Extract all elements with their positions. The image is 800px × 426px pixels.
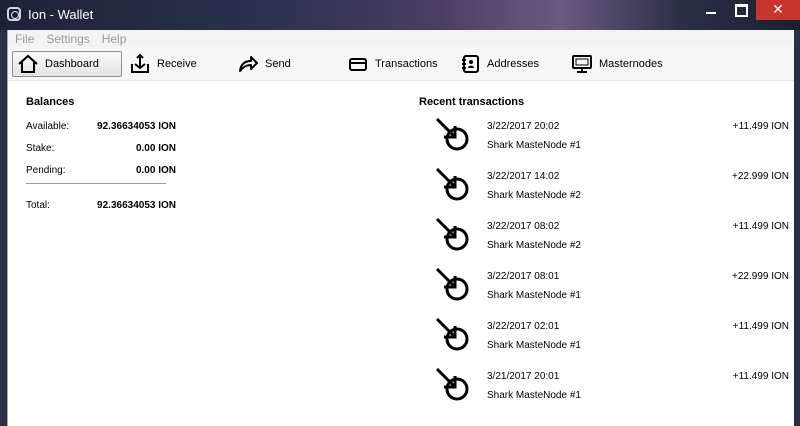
window-title: Ion - Wallet <box>28 7 94 22</box>
pending-value: 0.00 ION <box>135 164 176 176</box>
transaction-date: 3/22/2017 02:01 <box>487 321 560 332</box>
transaction-amount: +22.999 ION <box>732 271 789 282</box>
receive-label: Receive <box>157 57 197 70</box>
transaction-item[interactable]: 3/22/2017 20:02 Shark MasteNode #1 +11.4… <box>419 115 789 165</box>
total-value: 92.36634053 ION <box>97 199 176 211</box>
incoming-transaction-icon <box>433 265 473 305</box>
transaction-amount: +11.499 ION <box>732 221 789 232</box>
minimize-icon <box>706 12 716 14</box>
ion-logo-icon <box>7 7 21 21</box>
total-row: Total: 92.36634053 ION <box>26 194 176 216</box>
wallet-window: File Settings Help Dashboard Receive Sen… <box>7 30 796 426</box>
transaction-label: Shark MasteNode #1 <box>487 340 581 351</box>
transaction-list: 3/22/2017 20:02 Shark MasteNode #1 +11.4… <box>419 115 789 415</box>
masternodes-tab[interactable]: Masternodes <box>566 51 676 77</box>
transaction-date: 3/21/2017 20:01 <box>487 371 560 382</box>
masternodes-label: Masternodes <box>599 57 663 70</box>
available-row: Available: 92.36634053 ION <box>26 115 176 137</box>
address-book-icon <box>459 53 481 75</box>
incoming-transaction-icon <box>433 365 473 405</box>
transaction-amount: +11.499 ION <box>732 321 789 332</box>
menu-help[interactable]: Help <box>102 32 127 46</box>
close-icon: ✕ <box>772 2 784 18</box>
balance-divider <box>26 183 166 184</box>
available-value: 92.36634053 ION <box>97 120 176 132</box>
addresses-label: Addresses <box>487 57 539 70</box>
send-label: Send <box>265 57 291 70</box>
transaction-item[interactable]: 3/22/2017 02:01 Shark MasteNode #1 +11.4… <box>419 315 789 365</box>
transaction-item[interactable]: 3/22/2017 14:02 Shark MasteNode #2 +22.9… <box>419 165 789 215</box>
transaction-amount: +11.499 ION <box>732 121 789 132</box>
monitor-icon <box>571 53 593 75</box>
transaction-amount: +11.499 ION <box>732 371 789 382</box>
transaction-amount: +22.999 ION <box>732 171 789 182</box>
home-icon <box>17 53 39 75</box>
receive-inbox-icon <box>129 53 151 75</box>
available-label: Available: <box>26 120 70 132</box>
transaction-date: 3/22/2017 20:02 <box>487 121 560 132</box>
title-bar[interactable]: Ion - Wallet ✕ <box>0 0 800 30</box>
stake-label: Stake: <box>26 142 55 154</box>
stake-row: Stake: 0.00 ION <box>26 137 176 159</box>
send-arrow-icon <box>237 53 259 75</box>
card-icon <box>347 53 369 75</box>
dashboard-tab[interactable]: Dashboard <box>12 50 122 77</box>
balances-panel: Balances Available: 92.36634053 ION Stak… <box>26 96 176 216</box>
transaction-label: Shark MasteNode #1 <box>487 290 581 301</box>
transactions-label: Transactions <box>375 57 438 70</box>
menu-bar: File Settings Help <box>8 30 795 47</box>
addresses-tab[interactable]: Addresses <box>454 51 564 77</box>
transaction-label: Shark MasteNode #2 <box>487 240 581 251</box>
balances-title: Balances <box>26 96 75 108</box>
dashboard-label: Dashboard <box>45 57 99 70</box>
incoming-transaction-icon <box>433 215 473 255</box>
menu-settings[interactable]: Settings <box>46 32 89 46</box>
minimize-button[interactable] <box>696 0 726 20</box>
transaction-item[interactable]: 3/22/2017 08:02 Shark MasteNode #2 +11.4… <box>419 215 789 265</box>
transactions-tab[interactable]: Transactions <box>342 51 452 77</box>
close-button[interactable]: ✕ <box>756 0 800 20</box>
transaction-item[interactable]: 3/22/2017 08:01 Shark MasteNode #1 +22.9… <box>419 265 789 315</box>
transaction-date: 3/22/2017 08:02 <box>487 221 560 232</box>
total-label: Total: <box>26 199 50 211</box>
window-edge <box>794 30 800 426</box>
pending-label: Pending: <box>26 164 66 176</box>
maximize-button[interactable] <box>726 0 756 20</box>
window-controls: ✕ <box>696 0 800 22</box>
transaction-label: Shark MasteNode #1 <box>487 390 581 401</box>
menu-file[interactable]: File <box>15 32 34 46</box>
transaction-label: Shark MasteNode #2 <box>487 190 581 201</box>
stake-value: 0.00 ION <box>135 142 176 154</box>
incoming-transaction-icon <box>433 115 473 155</box>
transaction-label: Shark MasteNode #1 <box>487 140 581 151</box>
maximize-icon <box>734 3 748 17</box>
incoming-transaction-icon <box>433 315 473 355</box>
send-tab[interactable]: Send <box>232 51 340 77</box>
transaction-date: 3/22/2017 14:02 <box>487 171 560 182</box>
receive-tab[interactable]: Receive <box>124 51 230 77</box>
toolbar: Dashboard Receive Send Transactions Addr… <box>8 47 795 81</box>
transaction-item[interactable]: 3/21/2017 20:01 Shark MasteNode #1 +11.4… <box>419 365 789 415</box>
incoming-transaction-icon <box>433 165 473 205</box>
recent-transactions-title: Recent transactions <box>419 96 525 108</box>
recent-transactions-panel: Recent transactions 3/22/2017 20:02 Shar… <box>419 96 789 415</box>
transaction-date: 3/22/2017 08:01 <box>487 271 560 282</box>
pending-row: Pending: 0.00 ION <box>26 159 176 181</box>
